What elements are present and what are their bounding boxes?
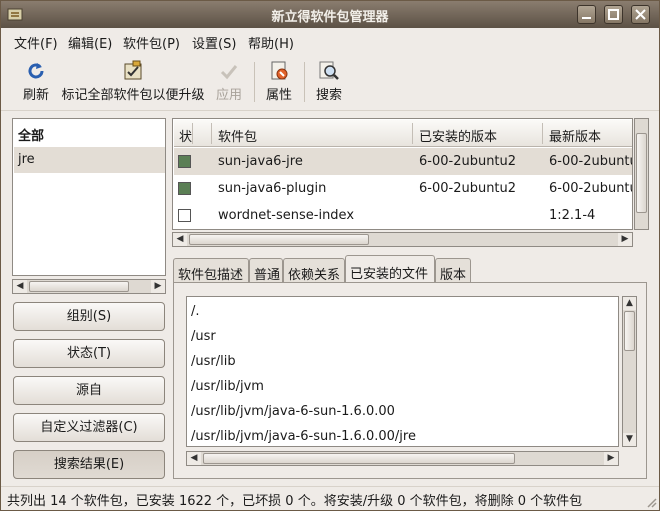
package-table-header: 状 软件包 已安装的版本 最新版本 bbox=[174, 120, 632, 147]
header-latest-version[interactable]: 最新版本 bbox=[549, 126, 601, 145]
search-button[interactable]: 搜索 bbox=[312, 58, 346, 106]
custom-filter-button[interactable]: 自定义过滤器(C) bbox=[13, 413, 165, 442]
package-name: sun-java6-plugin bbox=[218, 181, 327, 196]
scroll-right-icon[interactable]: ▶ bbox=[151, 280, 165, 293]
scroll-left-icon[interactable]: ◀ bbox=[187, 452, 201, 465]
status-button[interactable]: 状态(T) bbox=[13, 339, 165, 368]
close-icon bbox=[635, 9, 646, 20]
mark-all-upgrades-button[interactable]: 标记全部软件包以便升级 bbox=[59, 58, 207, 106]
menu-edit[interactable]: 编辑(E) bbox=[68, 33, 112, 52]
latest-version: 6-00-2ubuntu2 bbox=[549, 181, 632, 196]
refresh-button[interactable]: 刷新 bbox=[16, 58, 56, 106]
file-path: /usr/lib/jvm/java-6-sun-1.6.0.00/jre bbox=[191, 429, 416, 444]
mark-upgrades-icon bbox=[124, 60, 142, 80]
scrollbar-thumb[interactable] bbox=[189, 234, 369, 245]
search-results-button[interactable]: 搜索结果(E) bbox=[13, 450, 165, 479]
installed-status-icon[interactable] bbox=[178, 155, 191, 168]
column-divider bbox=[542, 123, 543, 144]
column-divider bbox=[412, 123, 413, 144]
menu-settings[interactable]: 设置(S) bbox=[192, 33, 236, 52]
installed-status-icon[interactable] bbox=[178, 182, 191, 195]
scroll-right-icon[interactable]: ▶ bbox=[618, 233, 632, 246]
header-package[interactable]: 软件包 bbox=[218, 126, 257, 145]
tab-common[interactable]: 普通 bbox=[249, 258, 283, 283]
package-row[interactable]: wordnet-sense-index 1:2.1-4 bbox=[174, 202, 632, 229]
scrollbar-thumb[interactable] bbox=[636, 133, 647, 213]
package-row[interactable]: sun-java6-jre 6-00-2ubuntu2 6-00-2ubuntu… bbox=[174, 148, 632, 175]
minimize-icon bbox=[582, 17, 591, 19]
scroll-left-icon[interactable]: ◀ bbox=[173, 233, 187, 246]
refresh-icon bbox=[28, 63, 44, 79]
properties-button[interactable]: 属性 bbox=[263, 58, 295, 106]
file-path: /usr/lib/jvm/java-6-sun-1.6.0.00 bbox=[191, 404, 395, 419]
latest-version: 1:2.1-4 bbox=[549, 208, 596, 223]
toolbar: 刷新 标记全部软件包以便升级 应用 属性 搜索 bbox=[1, 54, 659, 111]
properties-icon bbox=[271, 61, 288, 80]
tab-installed-files[interactable]: 已安装的文件 bbox=[345, 255, 435, 284]
tab-dependencies[interactable]: 依赖关系 bbox=[283, 258, 345, 283]
minimize-button[interactable] bbox=[577, 5, 596, 24]
window-title: 新立得软件包管理器 bbox=[271, 10, 389, 25]
properties-label: 属性 bbox=[265, 88, 292, 103]
installed-version: 6-00-2ubuntu2 bbox=[419, 154, 517, 169]
installed-files-list[interactable]: /. /usr /usr/lib /usr/lib/jvm /usr/lib/j… bbox=[186, 296, 619, 447]
scroll-right-icon[interactable]: ▶ bbox=[604, 452, 618, 465]
menu-help[interactable]: 帮助(H) bbox=[248, 33, 294, 52]
resize-grip-icon[interactable] bbox=[645, 496, 657, 508]
maximize-button[interactable] bbox=[604, 5, 623, 24]
filter-item-all[interactable]: 全部 bbox=[14, 120, 165, 146]
tab-versions[interactable]: 版本 bbox=[435, 258, 471, 283]
search-icon bbox=[319, 61, 339, 80]
filter-list: 全部 jre bbox=[12, 118, 166, 276]
status-bar: 共列出 14 个软件包，已安装 1622 个，已坏损 0 个。将安装/升级 0 … bbox=[1, 486, 659, 510]
column-divider bbox=[192, 123, 193, 144]
apply-checkmark-icon bbox=[220, 65, 238, 80]
status-text: 共列出 14 个软件包，已安装 1622 个，已坏损 0 个。将安装/升级 0 … bbox=[7, 494, 583, 509]
package-table-hscrollbar[interactable]: ◀ ▶ bbox=[172, 232, 633, 247]
apply-button[interactable]: 应用 bbox=[211, 58, 247, 106]
maximize-icon bbox=[608, 9, 619, 20]
latest-version: 6-00-2ubuntu2 bbox=[549, 154, 632, 169]
file-path: /usr bbox=[191, 329, 216, 344]
synaptic-window: 新立得软件包管理器 文件(F) 编辑(E) 软件包(P) 设置(S) 帮助(H)… bbox=[0, 0, 660, 511]
installed-version: 6-00-2ubuntu2 bbox=[419, 181, 517, 196]
close-button[interactable] bbox=[631, 5, 650, 24]
scrollbar-thumb[interactable] bbox=[29, 281, 129, 292]
package-name: sun-java6-jre bbox=[218, 154, 303, 169]
installed-files-hscrollbar[interactable]: ◀ ▶ bbox=[186, 451, 619, 466]
apply-label: 应用 bbox=[215, 88, 242, 103]
package-table: 状 软件包 已安装的版本 最新版本 sun-java6-jre 6-00-2ub… bbox=[172, 118, 633, 230]
package-row[interactable]: sun-java6-plugin 6-00-2ubuntu2 6-00-2ubu… bbox=[174, 175, 632, 202]
file-path: /usr/lib/jvm bbox=[191, 379, 264, 394]
sections-button[interactable]: 组别(S) bbox=[13, 302, 165, 331]
filter-list-hscrollbar[interactable]: ◀ ▶ bbox=[12, 279, 166, 294]
title-bar[interactable]: 新立得软件包管理器 bbox=[1, 1, 659, 28]
package-name: wordnet-sense-index bbox=[218, 208, 355, 223]
scroll-up-icon[interactable]: ▲ bbox=[623, 297, 636, 310]
filter-item-jre[interactable]: jre bbox=[14, 147, 165, 173]
menu-file[interactable]: 文件(F) bbox=[14, 33, 58, 52]
file-path: /usr/lib bbox=[191, 354, 236, 369]
scroll-left-icon[interactable]: ◀ bbox=[13, 280, 27, 293]
package-table-vscrollbar[interactable] bbox=[634, 118, 649, 230]
toolbar-separator bbox=[254, 62, 255, 102]
scrollbar-thumb[interactable] bbox=[203, 453, 515, 464]
tab-description[interactable]: 软件包描述 bbox=[173, 258, 249, 283]
installed-files-vscrollbar[interactable]: ▲ ▼ bbox=[622, 296, 637, 447]
header-installed-version[interactable]: 已安装的版本 bbox=[419, 126, 497, 145]
header-status[interactable]: 状 bbox=[179, 126, 192, 145]
column-divider bbox=[211, 123, 212, 144]
not-installed-status-icon[interactable] bbox=[178, 209, 191, 222]
scroll-down-icon[interactable]: ▼ bbox=[623, 433, 636, 446]
origin-button[interactable]: 源自 bbox=[13, 376, 165, 405]
refresh-label: 刷新 bbox=[22, 88, 49, 103]
mark-all-label: 标记全部软件包以便升级 bbox=[61, 88, 205, 103]
menu-bar: 文件(F) 编辑(E) 软件包(P) 设置(S) 帮助(H) bbox=[1, 28, 659, 53]
installed-files-panel: /. /usr /usr/lib /usr/lib/jvm /usr/lib/j… bbox=[173, 282, 647, 479]
toolbar-separator bbox=[304, 62, 305, 102]
menu-package[interactable]: 软件包(P) bbox=[123, 33, 180, 52]
file-path: /. bbox=[191, 304, 200, 319]
scrollbar-thumb[interactable] bbox=[624, 311, 635, 351]
search-label: 搜索 bbox=[315, 88, 342, 103]
